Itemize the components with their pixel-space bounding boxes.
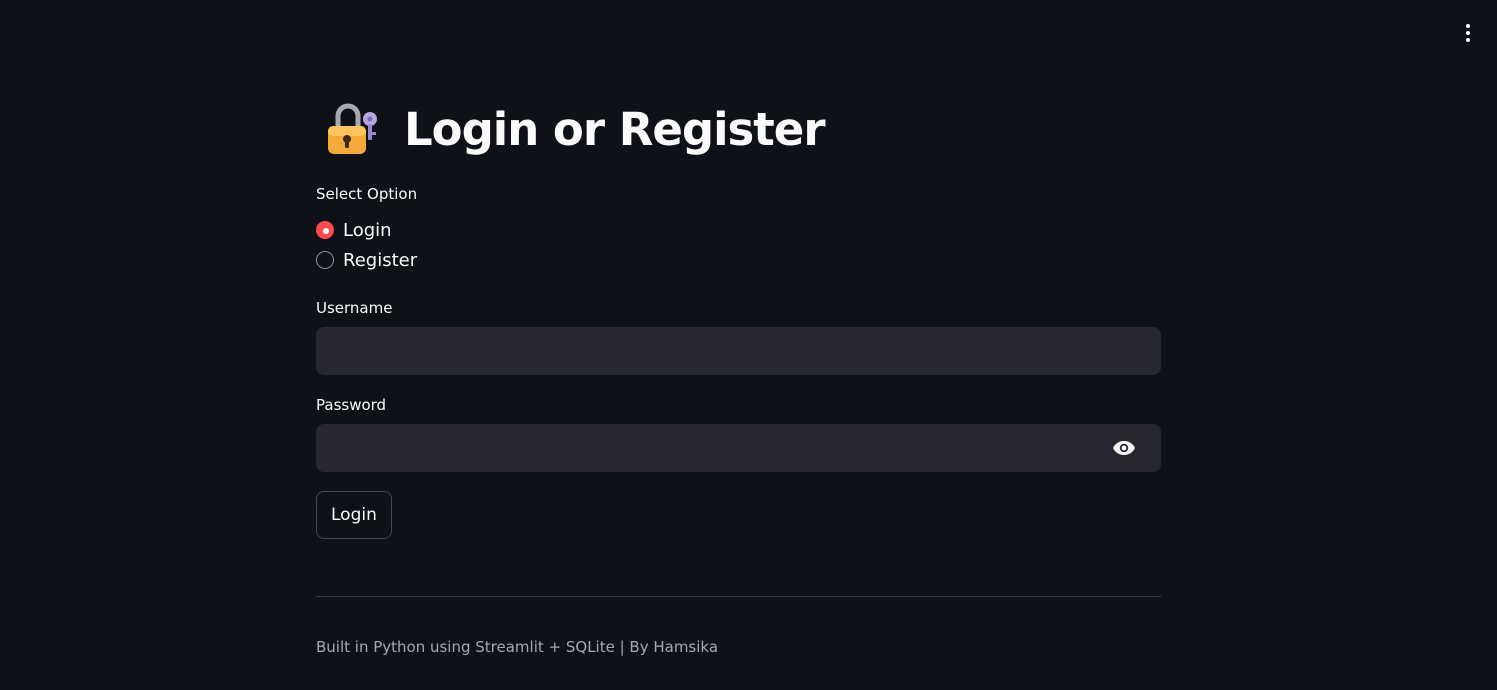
- username-input[interactable]: [316, 327, 1161, 375]
- radio-option-login[interactable]: Login: [316, 215, 1161, 245]
- main-menu-button[interactable]: [1457, 20, 1479, 46]
- locked-with-key-icon: [328, 103, 377, 154]
- username-label: Username: [316, 299, 393, 317]
- eye-icon: [1113, 441, 1135, 455]
- radio-option-label: Register: [343, 249, 418, 271]
- show-password-button[interactable]: [1111, 437, 1137, 459]
- radio-option-register[interactable]: Register: [316, 245, 1161, 275]
- radio-checked-icon: [316, 221, 334, 239]
- option-radio-group: Login Register: [316, 215, 1161, 275]
- footer-text: Built in Python using Streamlit + SQLite…: [316, 638, 719, 656]
- option-select-label: Select Option: [316, 185, 418, 203]
- password-label: Password: [316, 396, 387, 414]
- app-root: Login or Register Select Option Login Re…: [0, 0, 1497, 690]
- password-input[interactable]: [316, 424, 1161, 472]
- ellipsis-dot: [1466, 31, 1470, 35]
- page-title: Login or Register: [404, 102, 826, 156]
- login-button[interactable]: Login: [316, 491, 392, 539]
- radio-option-label: Login: [343, 219, 392, 241]
- vertical-ellipsis-icon: [1466, 24, 1470, 28]
- radio-unchecked-icon: [316, 251, 334, 269]
- page-header: Login or Register: [316, 96, 1161, 162]
- main-content: Login or Register Select Option Login Re…: [316, 96, 1161, 656]
- divider: [316, 596, 1161, 597]
- ellipsis-dot: [1466, 38, 1470, 42]
- password-field: [316, 424, 1161, 472]
